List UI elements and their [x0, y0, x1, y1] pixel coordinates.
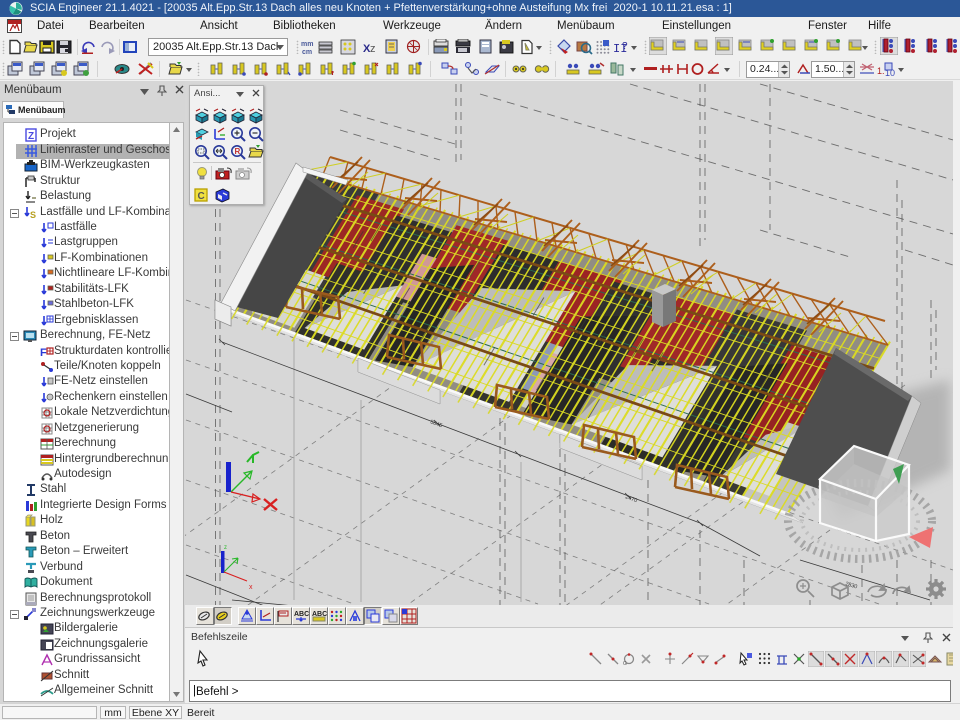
svg-text:G: G — [623, 661, 627, 667]
svg-text:?: ? — [622, 41, 628, 52]
svg-text:cm: cm — [302, 49, 312, 55]
svg-text:10: 10 — [885, 68, 895, 77]
svg-text:x: x — [249, 584, 253, 591]
svg-text:Z: Z — [28, 131, 34, 142]
svg-text:z: z — [370, 43, 376, 55]
svg-text:ABC: ABC — [294, 611, 309, 618]
svg-text:mm: mm — [301, 41, 313, 48]
svg-text:S: S — [30, 210, 36, 220]
svg-text:R: R — [235, 147, 241, 156]
svg-text:F: F — [40, 347, 47, 359]
svg-text:z: z — [224, 545, 227, 551]
svg-text:C: C — [198, 191, 205, 202]
svg-text:1.: 1. — [877, 66, 885, 76]
